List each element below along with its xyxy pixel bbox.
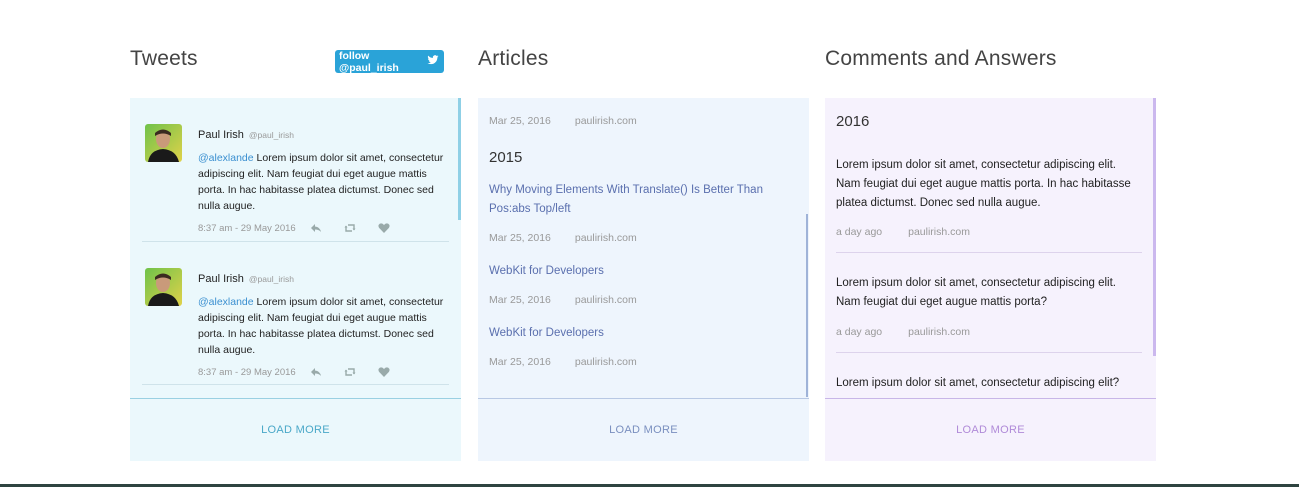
article-meta: Mar 25, 2016 paulirish.com — [489, 294, 637, 306]
article-site[interactable]: paulirish.com — [575, 356, 637, 368]
article-link[interactable]: WebKit for Developers — [489, 262, 789, 281]
comments-scrollbar[interactable] — [1153, 98, 1156, 356]
comment-divider — [836, 252, 1142, 253]
tweet-item: Paul Irish @paul_irish @alexlande Lorem … — [142, 98, 449, 242]
tweet-item: Paul Irish @paul_irish @alexlande Lorem … — [142, 241, 449, 385]
tweet-author-name[interactable]: Paul Irish — [198, 273, 244, 285]
follow-label: follow @paul_irish — [339, 49, 399, 74]
comment-time: a day ago — [836, 326, 883, 338]
articles-load-more-button[interactable]: LOAD MORE — [478, 398, 809, 461]
tweets-panel: Paul Irish @paul_irish @alexlande Lorem … — [130, 98, 461, 461]
comment-meta: a day ago paulirish.com — [836, 226, 970, 238]
tweet-author: Paul Irish @paul_irish — [198, 273, 294, 285]
retweet-icon[interactable] — [344, 366, 356, 378]
comments-title: Comments and Answers — [825, 47, 1057, 70]
comment-time: a day ago — [836, 226, 883, 238]
comment-text: Lorem ipsum dolor sit amet, consectetur … — [836, 159, 1131, 209]
follow-button[interactable]: follow @paul_irish — [335, 49, 444, 74]
article-date: Mar 25, 2016 — [489, 294, 551, 306]
article-date: Mar 25, 2016 — [489, 115, 551, 127]
retweet-icon[interactable] — [344, 222, 356, 234]
like-icon[interactable] — [378, 222, 390, 234]
article-link[interactable]: Why Moving Elements With Translate() Is … — [489, 181, 789, 219]
article-meta: Mar 25, 2016 paulirish.com — [489, 356, 637, 368]
article-meta: Mar 25, 2016 paulirish.com — [489, 115, 637, 127]
like-icon[interactable] — [378, 366, 390, 378]
reply-icon[interactable] — [310, 222, 322, 234]
article-date: Mar 25, 2016 — [489, 232, 551, 244]
tweet-author-handle[interactable]: @paul_irish — [249, 274, 294, 284]
articles-panel: Mar 25, 2016 paulirish.com 2015 Why Movin… — [478, 98, 809, 461]
avatar[interactable] — [145, 268, 182, 306]
comments-list[interactable]: 2016 Lorem ipsum dolor sit amet, consect… — [825, 98, 1156, 398]
comment-text: Lorem ipsum dolor sit amet, consectetur … — [836, 377, 1120, 389]
articles-title: Articles — [478, 47, 549, 70]
tweets-title: Tweets — [130, 47, 198, 70]
tweet-meta: 8:37 am - 29 May 2016 — [198, 222, 412, 234]
comment-site[interactable]: paulirish.com — [908, 226, 970, 238]
tweets-scrollbar[interactable] — [458, 98, 461, 220]
article-meta: Mar 25, 2016 paulirish.com — [489, 232, 637, 244]
tweet-author-name[interactable]: Paul Irish — [198, 129, 244, 141]
comment-text: Lorem ipsum dolor sit amet, consectetur … — [836, 277, 1116, 308]
comments-panel: 2016 Lorem ipsum dolor sit amet, consect… — [825, 98, 1156, 461]
tweet-mention-link[interactable]: @alexlande — [198, 296, 254, 308]
tweet-text: @alexlande Lorem ipsum dolor sit amet, c… — [198, 150, 456, 214]
articles-scrollbar[interactable] — [806, 214, 808, 397]
comments-year-heading: 2016 — [836, 113, 870, 130]
comment-divider — [836, 352, 1142, 353]
article-site[interactable]: paulirish.com — [575, 232, 637, 244]
article-site[interactable]: paulirish.com — [575, 294, 637, 306]
article-link[interactable]: WebKit for Developers — [489, 324, 789, 343]
tweet-text: @alexlande Lorem ipsum dolor sit amet, c… — [198, 294, 456, 358]
article-site[interactable]: paulirish.com — [575, 115, 637, 127]
tweet-mention-link[interactable]: @alexlande — [198, 152, 254, 164]
comment-site[interactable]: paulirish.com — [908, 326, 970, 338]
article-date: Mar 25, 2016 — [489, 356, 551, 368]
articles-year-heading: 2015 — [489, 149, 523, 166]
tweets-load-more-button[interactable]: LOAD MORE — [130, 398, 461, 461]
tweet-author: Paul Irish @paul_irish — [198, 129, 294, 141]
tweets-list[interactable]: Paul Irish @paul_irish @alexlande Lorem … — [130, 98, 461, 398]
reply-icon[interactable] — [310, 366, 322, 378]
twitter-bird-icon — [427, 54, 439, 69]
comment-meta: a day ago paulirish.com — [836, 326, 970, 338]
tweet-timestamp[interactable]: 8:37 am - 29 May 2016 — [198, 367, 296, 378]
comments-load-more-button[interactable]: LOAD MORE — [825, 398, 1156, 461]
avatar[interactable] — [145, 124, 182, 162]
tweet-timestamp[interactable]: 8:37 am - 29 May 2016 — [198, 223, 296, 234]
tweet-meta: 8:37 am - 29 May 2016 — [198, 366, 412, 378]
tweet-author-handle[interactable]: @paul_irish — [249, 130, 294, 140]
articles-list[interactable]: Mar 25, 2016 paulirish.com 2015 Why Movin… — [478, 98, 809, 398]
